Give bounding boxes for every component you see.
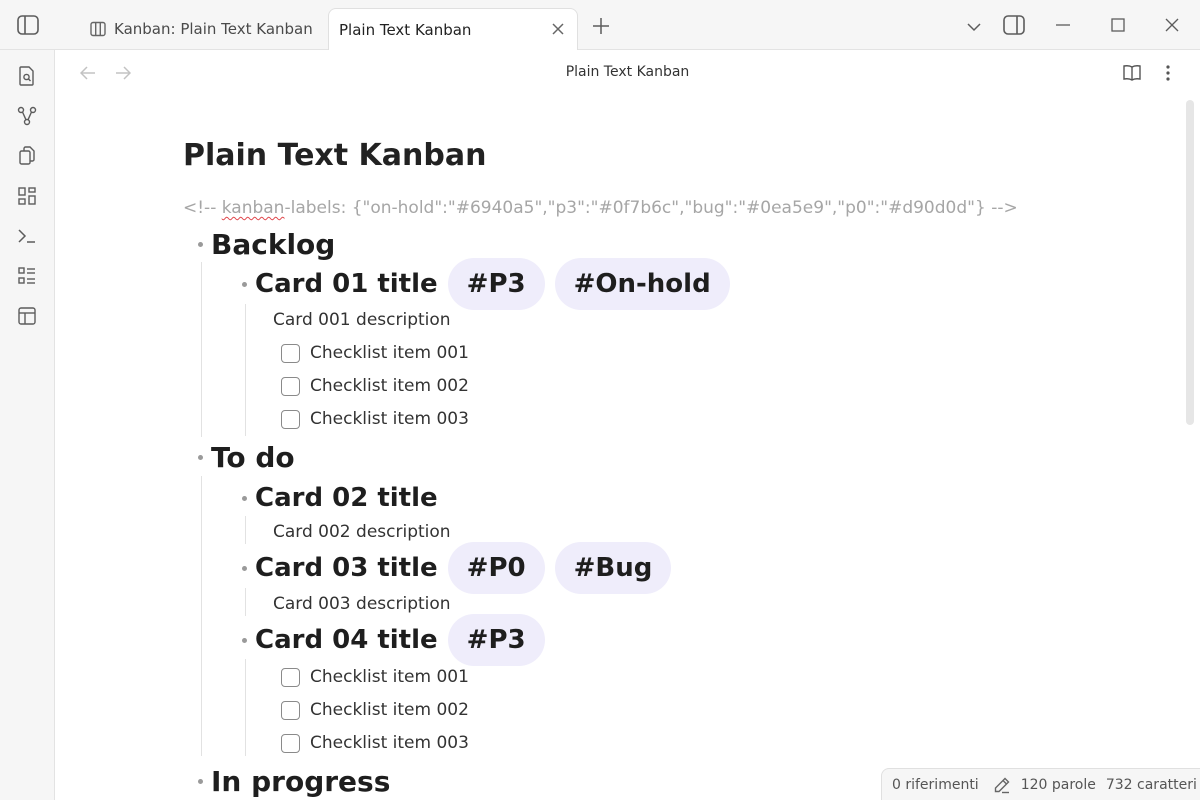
list-bullet (242, 281, 247, 287)
card-title: Card 04 title (255, 625, 438, 655)
tab-label: Kanban: Plain Text Kanban (114, 20, 313, 38)
checklist-item[interactable]: Checklist item 001 (281, 341, 469, 365)
more-options-icon[interactable] (1157, 62, 1179, 84)
status-bar: 0 riferimenti 120 parole 732 caratteri (881, 768, 1200, 800)
graph-view-icon[interactable] (16, 105, 38, 127)
checkbox[interactable] (281, 700, 300, 720)
checkbox[interactable] (281, 376, 300, 396)
indent-guide (201, 476, 202, 756)
dashboard-icon[interactable] (16, 185, 38, 207)
checkbox[interactable] (281, 409, 300, 429)
checklist-item-label: Checklist item 001 (310, 343, 469, 363)
checkbox[interactable] (281, 667, 300, 687)
column-heading-in-progress[interactable]: In progress (198, 762, 390, 800)
character-count: 732 caratteri (1105, 776, 1197, 793)
indent-guide (245, 304, 246, 436)
kanban-labels-comment[interactable]: <!-- kanban-labels: {"on-hold":"#6940a5"… (183, 198, 1018, 218)
copy-files-icon[interactable] (16, 145, 38, 167)
card-title-02[interactable]: Card 02 title (242, 478, 438, 518)
checkbox[interactable] (281, 343, 300, 363)
maximize-icon[interactable] (1107, 14, 1129, 36)
tab-list-chevron-down-icon[interactable] (963, 16, 985, 38)
tab-kanban-view[interactable]: Kanban: Plain Text Kanban (78, 8, 326, 50)
checkbox[interactable] (281, 733, 300, 753)
indent-guide (245, 516, 246, 544)
list-bullet (198, 241, 203, 247)
task-list-icon[interactable] (16, 265, 38, 287)
card-title: Card 02 title (255, 483, 438, 513)
layout-template-icon[interactable] (16, 305, 38, 327)
tag-bug[interactable]: #Bug (554, 542, 672, 594)
word-count: 120 parole (1020, 776, 1096, 793)
checklist-item[interactable]: Checklist item 003 (281, 731, 469, 755)
view-header: Plain Text Kanban (55, 50, 1200, 96)
checklist-item-label: Checklist item 003 (310, 409, 469, 429)
right-sidebar-toggle-icon[interactable] (1001, 13, 1027, 37)
tag-on-hold[interactable]: #On-hold (554, 258, 730, 310)
column-name: In progress (211, 764, 391, 798)
tab-bar: Kanban: Plain Text Kanban Plain Text Kan… (0, 0, 1200, 50)
comment-rest: -labels: {"on-hold":"#6940a5","p3":"#0f7… (284, 198, 1018, 218)
left-ribbon (0, 50, 55, 800)
list-bullet (198, 778, 203, 784)
card-title: Card 01 title (255, 269, 438, 299)
file-search-icon[interactable] (16, 65, 38, 87)
list-bullet (242, 637, 247, 643)
card-title: Card 03 title (255, 553, 438, 583)
column-name: To do (211, 440, 295, 474)
indent-guide (245, 659, 246, 756)
column-name: Backlog (211, 227, 336, 261)
kanban-board-icon (90, 21, 106, 37)
card-title-04[interactable]: Card 04 title #P3 (242, 614, 545, 666)
card-description[interactable]: Card 003 description (273, 592, 451, 616)
checklist-item-label: Checklist item 002 (310, 700, 469, 720)
close-tab-icon[interactable] (549, 20, 567, 38)
card-description[interactable]: Card 001 description (273, 308, 451, 332)
checklist-item[interactable]: Checklist item 001 (281, 665, 469, 689)
indent-guide (201, 262, 202, 437)
vertical-scrollbar[interactable] (1186, 100, 1194, 425)
card-title-01[interactable]: Card 01 title #P3 #On-hold (242, 258, 730, 310)
column-heading-to-do[interactable]: To do (198, 437, 295, 477)
comment-prefix: <!-- (183, 198, 222, 218)
checklist-item[interactable]: Checklist item 002 (281, 374, 469, 398)
card-description[interactable]: Card 002 description (273, 520, 451, 544)
tag-p3[interactable]: #P3 (447, 258, 545, 310)
checklist-item[interactable]: Checklist item 003 (281, 407, 469, 431)
checklist-item-label: Checklist item 001 (310, 667, 469, 687)
tab-label: Plain Text Kanban (339, 20, 472, 39)
comment-misspelled-word: kanban (221, 198, 285, 218)
edit-mode-pencil-icon[interactable] (993, 776, 1011, 794)
checklist-item-label: Checklist item 003 (310, 733, 469, 753)
checklist-item-label: Checklist item 002 (310, 376, 469, 396)
close-window-icon[interactable] (1161, 14, 1183, 36)
backlinks-count[interactable]: 0 riferimenti (892, 777, 979, 793)
terminal-icon[interactable] (16, 225, 38, 247)
checklist-item[interactable]: Checklist item 002 (281, 698, 469, 722)
card-title-03[interactable]: Card 03 title #P0 #Bug (242, 542, 672, 594)
document-title[interactable]: Plain Text Kanban (183, 138, 487, 173)
minimize-icon[interactable] (1052, 14, 1074, 36)
reading-view-book-icon[interactable] (1121, 62, 1143, 84)
tag-p3[interactable]: #P3 (447, 614, 545, 666)
list-bullet (242, 565, 247, 571)
list-bullet (198, 454, 203, 460)
tag-p0[interactable]: #P0 (447, 542, 545, 594)
sidebar-toggle-icon[interactable] (16, 14, 40, 36)
tab-markdown-view[interactable]: Plain Text Kanban (328, 8, 578, 50)
new-tab-icon[interactable] (590, 15, 612, 37)
view-title[interactable]: Plain Text Kanban (55, 64, 1200, 80)
list-bullet (242, 495, 247, 501)
